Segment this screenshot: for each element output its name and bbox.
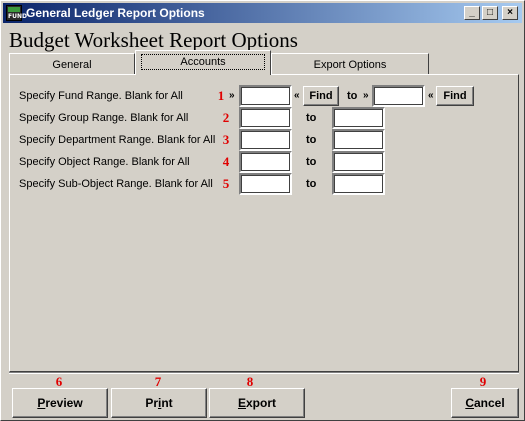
tab-export-options-label: Export Options (313, 59, 387, 71)
fund-to-find-button[interactable]: Find (436, 86, 474, 106)
sub-object-to-field[interactable] (332, 173, 385, 195)
group-range-label: Specify Group Range. Blank for All (19, 112, 189, 124)
sub-object-to-label: to (306, 178, 317, 190)
fund-to-find-arrow-icon: « (428, 90, 434, 101)
object-to-field[interactable] (332, 151, 385, 173)
fund-to-label: to (347, 90, 358, 102)
close-button[interactable]: × (502, 6, 518, 20)
fund-from-arrow-icon: » (229, 90, 235, 101)
fund-to-arrow-icon: » (363, 90, 369, 101)
sub-object-from-field[interactable] (239, 173, 292, 195)
minimize-button[interactable]: _ (464, 6, 480, 20)
footer-divider (9, 372, 519, 374)
marker-2: 2 (222, 110, 230, 125)
window-title: General Ledger Report Options (26, 6, 205, 20)
cancel-button[interactable]: Cancel (451, 388, 519, 418)
fund-app-icon: FUND (6, 5, 27, 21)
tab-strip: General Accounts Export Options (9, 50, 519, 75)
marker-1: 1 (217, 88, 225, 103)
group-to-label: to (306, 112, 317, 124)
department-range-label: Specify Department Range. Blank for All (19, 134, 216, 146)
fund-from-find-button[interactable]: Find (303, 86, 339, 106)
group-to-field[interactable] (332, 107, 385, 129)
title-bar[interactable]: FUND General Ledger Report Options _ □ × (3, 3, 522, 23)
group-from-field[interactable] (239, 107, 292, 129)
department-to-field[interactable] (332, 129, 385, 151)
tab-export-options[interactable]: Export Options (271, 53, 429, 75)
marker-4: 4 (222, 154, 230, 169)
marker-5: 5 (222, 176, 230, 191)
report-options-window: FUND General Ledger Report Options _ □ ×… (0, 0, 525, 421)
department-from-field[interactable] (239, 129, 292, 151)
marker-3: 3 (222, 132, 230, 147)
object-range-label: Specify Object Range. Blank for All (19, 156, 190, 168)
print-button[interactable]: Print (111, 388, 207, 418)
tab-general[interactable]: General (9, 53, 135, 75)
object-to-label: to (306, 156, 317, 168)
export-button[interactable]: Export (209, 388, 305, 418)
preview-button[interactable]: Preview (12, 388, 108, 418)
maximize-button[interactable]: □ (482, 6, 498, 20)
fund-from-field[interactable] (239, 85, 292, 107)
tab-accounts-label: Accounts (141, 54, 265, 70)
tab-general-label: General (52, 59, 92, 71)
fund-find-arrow-icon: « (294, 90, 300, 101)
fund-range-label: Specify Fund Range. Blank for All (19, 90, 183, 102)
fund-to-field[interactable] (372, 85, 425, 107)
object-from-field[interactable] (239, 151, 292, 173)
tab-accounts[interactable]: Accounts (135, 50, 271, 75)
department-to-label: to (306, 134, 317, 146)
sub-object-range-label: Specify Sub-Object Range. Blank for All (19, 178, 213, 190)
